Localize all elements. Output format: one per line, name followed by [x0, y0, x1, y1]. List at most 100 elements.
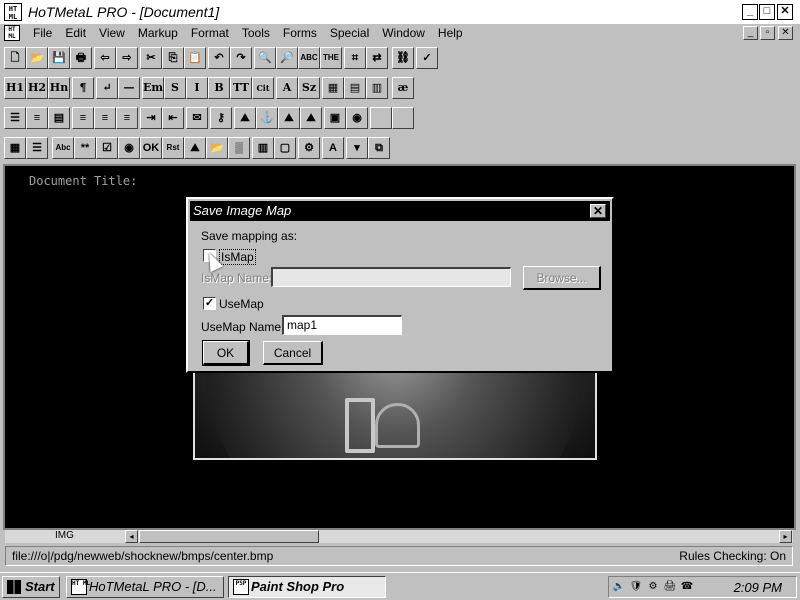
- link-icon[interactable]: ⛓: [392, 47, 414, 69]
- sgml-validate-icon[interactable]: ✓: [416, 47, 438, 69]
- cut-icon[interactable]: ✂: [140, 47, 162, 69]
- copy-icon[interactable]: ⎘: [162, 47, 184, 69]
- menu-help[interactable]: Help: [438, 26, 463, 40]
- maximize-button[interactable]: □: [759, 4, 775, 20]
- hidden-field-icon[interactable]: ▒: [228, 137, 250, 159]
- hn-icon[interactable]: Hn: [48, 77, 70, 99]
- menu-edit[interactable]: Edit: [65, 26, 86, 40]
- document-icon[interactable]: HT ML: [4, 25, 20, 41]
- menu-window[interactable]: Window: [382, 26, 425, 40]
- frameset-icon[interactable]: ▢: [274, 137, 296, 159]
- indent-icon[interactable]: ⇥: [140, 107, 162, 129]
- radio-field-icon[interactable]: ◉: [118, 137, 140, 159]
- menu-special[interactable]: Special: [330, 26, 369, 40]
- settings-icon[interactable]: ⚙: [646, 580, 660, 594]
- anchor-icon[interactable]: ⚓: [256, 107, 278, 129]
- comment-icon[interactable]: ✉: [186, 107, 208, 129]
- save-icon[interactable]: 💾: [48, 47, 70, 69]
- font-size-dropdown-icon[interactable]: Sz: [298, 77, 320, 99]
- table-cell-icon[interactable]: ▥: [366, 77, 388, 99]
- sound-icon[interactable]: ◉: [346, 107, 368, 129]
- usemap-label[interactable]: UseMap: [219, 297, 264, 311]
- hotmetal-app-icon[interactable]: HT ML: [4, 3, 22, 21]
- table-icon[interactable]: ▦: [322, 77, 344, 99]
- printer-icon[interactable]: 🖨: [663, 580, 677, 594]
- tag-replace-icon[interactable]: ⇄: [366, 47, 388, 69]
- menu-file[interactable]: File: [33, 26, 52, 40]
- close-button[interactable]: ✕: [777, 4, 793, 20]
- browse-button[interactable]: Browse...: [523, 266, 601, 290]
- table-row-icon[interactable]: ▤: [344, 77, 366, 99]
- h1-icon[interactable]: H1: [4, 77, 26, 99]
- menu-tools[interactable]: Tools: [242, 26, 270, 40]
- ismap-label[interactable]: IsMap: [219, 249, 256, 265]
- print-icon[interactable]: 🖶: [70, 47, 92, 69]
- minimize-button[interactable]: _: [742, 4, 758, 20]
- image-link-icon[interactable]: ⛰: [300, 107, 322, 129]
- menu-forms[interactable]: Forms: [283, 26, 317, 40]
- scroll-right-button[interactable]: ▸: [779, 530, 792, 543]
- line-break-icon[interactable]: ↵: [96, 77, 118, 99]
- special-char-icon[interactable]: æ: [392, 77, 414, 99]
- modem-icon[interactable]: ☎: [680, 580, 694, 594]
- horizontal-rule-icon[interactable]: —: [118, 77, 140, 99]
- redo-icon[interactable]: ↷: [230, 47, 252, 69]
- task-paint-shop-pro[interactable]: PSP Paint Shop Pro: [228, 576, 386, 598]
- reset-button-icon[interactable]: Rst: [162, 137, 184, 159]
- dialog-title-bar[interactable]: Save Image Map ✕: [190, 201, 610, 221]
- cancel-button[interactable]: Cancel: [263, 341, 323, 365]
- find-icon[interactable]: 🔍: [254, 47, 276, 69]
- tag-icon[interactable]: ⌗: [344, 47, 366, 69]
- forward-icon[interactable]: ⇨: [116, 47, 138, 69]
- definition-list-icon[interactable]: ▤: [48, 107, 70, 129]
- paragraph-icon[interactable]: ¶: [72, 77, 94, 99]
- background-image-icon[interactable]: ▣: [324, 107, 346, 129]
- paste-icon[interactable]: 📋: [184, 47, 206, 69]
- ok-button[interactable]: OK: [202, 340, 250, 366]
- text-field-icon[interactable]: Abc: [52, 137, 74, 159]
- undo-icon[interactable]: ↶: [208, 47, 230, 69]
- checkbox-field-icon[interactable]: ☑: [96, 137, 118, 159]
- clock[interactable]: 2:09 PM: [734, 580, 782, 595]
- open-folder-icon[interactable]: 📂: [26, 47, 48, 69]
- scroll-left-button[interactable]: ◂: [125, 530, 138, 543]
- bold-icon[interactable]: B: [208, 77, 230, 99]
- usemap-checkbox[interactable]: ✓: [203, 297, 216, 310]
- start-button[interactable]: Start: [2, 576, 60, 598]
- align-left-icon[interactable]: ≡: [72, 107, 94, 129]
- italic-icon[interactable]: I: [186, 77, 208, 99]
- file-field-icon[interactable]: 📂: [206, 137, 228, 159]
- frame-icon[interactable]: ▥: [252, 137, 274, 159]
- submit-button-icon[interactable]: OK: [140, 137, 162, 159]
- font-size-icon[interactable]: A: [276, 77, 298, 99]
- shield-icon[interactable]: 🛡: [629, 580, 643, 594]
- image-map-icon[interactable]: ⛰: [278, 107, 300, 129]
- key-icon[interactable]: ⚷: [210, 107, 232, 129]
- doc-minimize-button[interactable]: _: [743, 26, 758, 40]
- menu-view[interactable]: View: [99, 26, 125, 40]
- font-icon[interactable]: A: [322, 137, 344, 159]
- align-center-icon[interactable]: ≡: [94, 107, 116, 129]
- object-icon[interactable]: ⧉: [368, 137, 390, 159]
- window-title-bar[interactable]: HT ML HoTMetaL PRO - [Document1] _ □ ✕: [0, 0, 800, 24]
- horizontal-scrollbar[interactable]: IMG ◂ ▸: [5, 530, 793, 543]
- password-field-icon[interactable]: **: [74, 137, 96, 159]
- teletype-icon[interactable]: TT: [230, 77, 252, 99]
- dialog-close-button[interactable]: ✕: [590, 204, 606, 218]
- emphasis-icon[interactable]: Em: [142, 77, 164, 99]
- task-hotmetal[interactable]: HT ML HoTMetaL PRO - [D...: [66, 576, 224, 598]
- scroll-thumb[interactable]: [139, 530, 319, 543]
- align-right-icon[interactable]: ≡: [116, 107, 138, 129]
- doc-restore-button[interactable]: ▫: [760, 26, 775, 40]
- h2-icon[interactable]: H2: [26, 77, 48, 99]
- find-replace-icon[interactable]: 🔎: [276, 47, 298, 69]
- numbered-list-icon[interactable]: ≡: [26, 107, 48, 129]
- image-field-icon[interactable]: ⛰: [184, 137, 206, 159]
- doc-close-button[interactable]: ✕: [778, 26, 793, 40]
- ismap-name-field[interactable]: [271, 267, 511, 287]
- blank-icon-2[interactable]: [392, 107, 414, 129]
- spell-check-icon[interactable]: ABC: [298, 47, 320, 69]
- new-doc-icon[interactable]: 🗋: [4, 47, 26, 69]
- thesaurus-icon[interactable]: THE: [320, 47, 342, 69]
- cite-icon[interactable]: Cit: [252, 77, 274, 99]
